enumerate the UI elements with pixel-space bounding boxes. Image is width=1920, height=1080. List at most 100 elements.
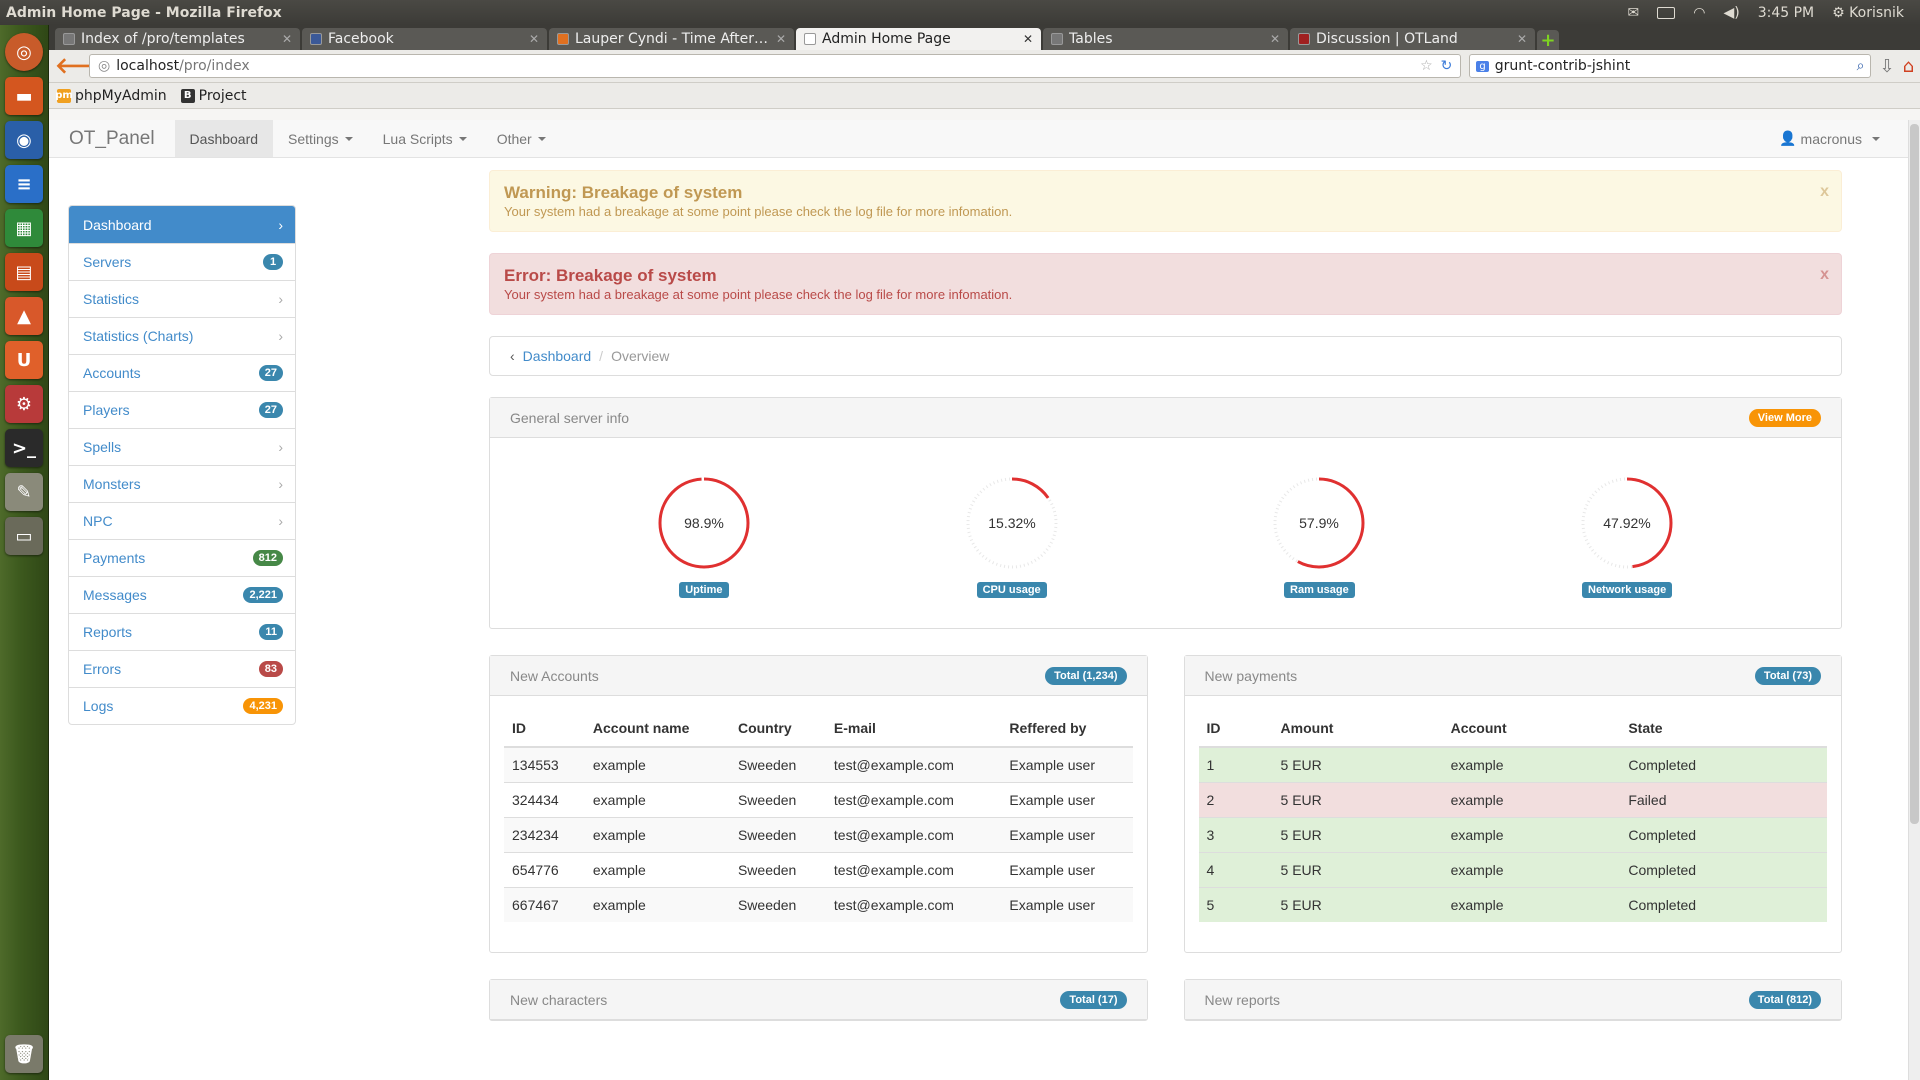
accounts-panel: New Accounts Total (1,234) ID Account nam… (489, 655, 1148, 953)
nav-item-dashboard[interactable]: Dashboard (174, 120, 274, 157)
brand[interactable]: OT_Panel (49, 120, 175, 157)
writer-icon[interactable]: ≡ (5, 165, 43, 203)
dash-home-icon[interactable]: ◎ (5, 33, 43, 71)
gauge-value: 57.9% (1300, 515, 1340, 531)
volume-icon[interactable]: ◀) (1723, 5, 1739, 21)
sidebar-item-players[interactable]: Players 27 (69, 391, 295, 428)
close-tab-icon[interactable]: ✕ (1023, 32, 1033, 46)
table-cell: test@example.com (825, 746, 1002, 783)
total-badge: Total (73) (1754, 666, 1821, 685)
browser-tab[interactable]: Lauper Cyndi - Time After Ti… ✕ (549, 28, 794, 50)
count-badge: 27 (258, 402, 283, 418)
software-center-icon[interactable]: ▲ (5, 297, 43, 335)
panel-title: New Accounts (510, 667, 599, 684)
table-cell: example (1442, 782, 1621, 818)
site-identity-icon[interactable]: ◎ (98, 58, 110, 74)
tab-title: Lauper Cyndi - Time After Ti… (575, 31, 770, 47)
files-icon[interactable]: ▬ (5, 77, 43, 115)
sidebar-item-servers[interactable]: Servers 1 (69, 243, 295, 280)
back-button[interactable]: 🡐 (55, 53, 114, 79)
user-icon: 👤 (1779, 130, 1797, 146)
close-tab-icon[interactable]: ✕ (1270, 32, 1280, 46)
url-bar[interactable]: ◎ localhost/pro/index ☆ ↻ (89, 54, 1462, 78)
workspace-switcher-icon[interactable]: ▭ (5, 517, 43, 555)
downloads-icon[interactable]: ⇩ (1879, 56, 1894, 77)
table-cell: Completed (1620, 746, 1827, 783)
session-user[interactable]: ⚙ Korisnik (1832, 5, 1904, 21)
nav-item-settings[interactable]: Settings (273, 120, 368, 157)
sidebar-item-dashboard[interactable]: Dashboard › (69, 206, 295, 243)
bookmark-project[interactable]: B Project (180, 88, 247, 104)
tab-bar: Index of /pro/templates ✕ Facebook ✕ Lauper … (49, 25, 1920, 51)
count-badge: 83 (258, 661, 283, 677)
clock[interactable]: 3:45 PM (1758, 5, 1814, 21)
search-input[interactable]: grunt-contrib-jshint (1495, 58, 1851, 74)
table-cell: 667467 (504, 887, 585, 922)
sidebar-item-payments[interactable]: Payments 812 (69, 539, 295, 576)
impress-icon[interactable]: ▤ (5, 253, 43, 291)
sidebar-item-statistics[interactable]: Statistics › (69, 280, 295, 317)
browser-tab[interactable]: Index of /pro/templates ✕ (55, 28, 300, 50)
nav-item-other[interactable]: Other (482, 120, 561, 157)
sidebar-item-errors[interactable]: Errors 83 (69, 650, 295, 687)
panel-title: General server info (510, 409, 630, 426)
breadcrumb-home[interactable]: Dashboard (523, 348, 592, 364)
calc-icon[interactable]: ▦ (5, 209, 43, 247)
browser-tab[interactable]: Admin Home Page ✕ (796, 28, 1041, 50)
sidebar-item-accounts[interactable]: Accounts 27 (69, 354, 295, 391)
close-tab-icon[interactable]: ✕ (776, 32, 786, 46)
close-tab-icon[interactable]: ✕ (282, 32, 292, 46)
chevron-right-icon: › (278, 216, 283, 233)
sidebar-item-npc[interactable]: NPC › (69, 502, 295, 539)
trash-icon[interactable]: 🗑 (5, 1035, 43, 1073)
terminal-icon[interactable]: >_ (5, 429, 43, 467)
breadcrumb-separator: / (599, 348, 604, 364)
sidebar-item-messages[interactable]: Messages 2,221 (69, 576, 295, 613)
firefox-icon[interactable]: ◉ (5, 121, 43, 159)
table-cell: Sweeden (729, 782, 826, 818)
close-tab-icon[interactable]: ✕ (1517, 32, 1527, 46)
favicon-icon (804, 33, 816, 45)
browser-tab[interactable]: Tables ✕ (1043, 28, 1288, 50)
close-tab-icon[interactable]: ✕ (529, 32, 539, 46)
sidebar-item-monsters[interactable]: Monsters › (69, 465, 295, 502)
scrollbar-thumb[interactable] (1910, 124, 1919, 824)
table-cell: 5 EUR (1272, 852, 1443, 888)
close-icon[interactable]: x (1820, 183, 1829, 201)
page-scrollbar[interactable] (1908, 120, 1920, 1080)
gauge-label: Ram usage (1284, 582, 1355, 598)
wifi-icon[interactable]: ◠ (1693, 5, 1705, 21)
reload-icon[interactable]: ↻ (1441, 58, 1453, 74)
google-icon[interactable]: g (1476, 60, 1489, 72)
search-icon[interactable]: ⌕ (1857, 58, 1865, 74)
sidebar-item-label: NPC (83, 513, 113, 529)
sidebar-item-reports[interactable]: Reports 11 (69, 613, 295, 650)
ubuntu-one-icon[interactable]: U (5, 341, 43, 379)
app-navbar: OT_Panel Dashboard Settings Lua Scripts Oth… (49, 120, 1920, 158)
battery-icon[interactable] (1657, 6, 1676, 19)
text-editor-icon[interactable]: ✎ (5, 473, 43, 511)
sidebar-item-label: Payments (83, 550, 146, 566)
new-tab-button[interactable]: + (1537, 30, 1559, 51)
home-icon[interactable]: ⌂ (1903, 56, 1914, 77)
user-menu[interactable]: 👤 macronus (1779, 120, 1920, 157)
sidebar-item-spells[interactable]: Spells › (69, 428, 295, 465)
table-cell: Example user (1001, 746, 1133, 783)
chevron-right-icon: › (278, 328, 283, 344)
mail-icon[interactable]: ✉ (1628, 5, 1640, 21)
table-cell: example (584, 746, 730, 783)
bookmark-star-icon[interactable]: ☆ (1420, 58, 1433, 74)
chevron-right-icon: › (278, 291, 283, 307)
table-row: 134553 example Sweeden test@example.com Exam… (504, 746, 1133, 783)
sidebar-item-logs[interactable]: Logs 4,231 (69, 687, 295, 724)
browser-tab[interactable]: Facebook ✕ (302, 28, 547, 50)
sidebar-item-statistics-charts[interactable]: Statistics (Charts) › (69, 317, 295, 354)
bookmark-phpmyadmin[interactable]: pm phpMyAdmin (55, 88, 166, 104)
browser-tab[interactable]: Discussion | OTLand ✕ (1290, 28, 1535, 50)
nav-item-lua-scripts[interactable]: Lua Scripts (368, 120, 482, 157)
system-settings-icon[interactable]: ⚙ (5, 385, 43, 423)
view-more-button[interactable]: View More (1748, 408, 1821, 427)
panel-heading: New payments Total (73) (1184, 656, 1841, 696)
close-icon[interactable]: x (1820, 266, 1829, 284)
search-bar[interactable]: g grunt-contrib-jshint ⌕ (1469, 54, 1872, 78)
